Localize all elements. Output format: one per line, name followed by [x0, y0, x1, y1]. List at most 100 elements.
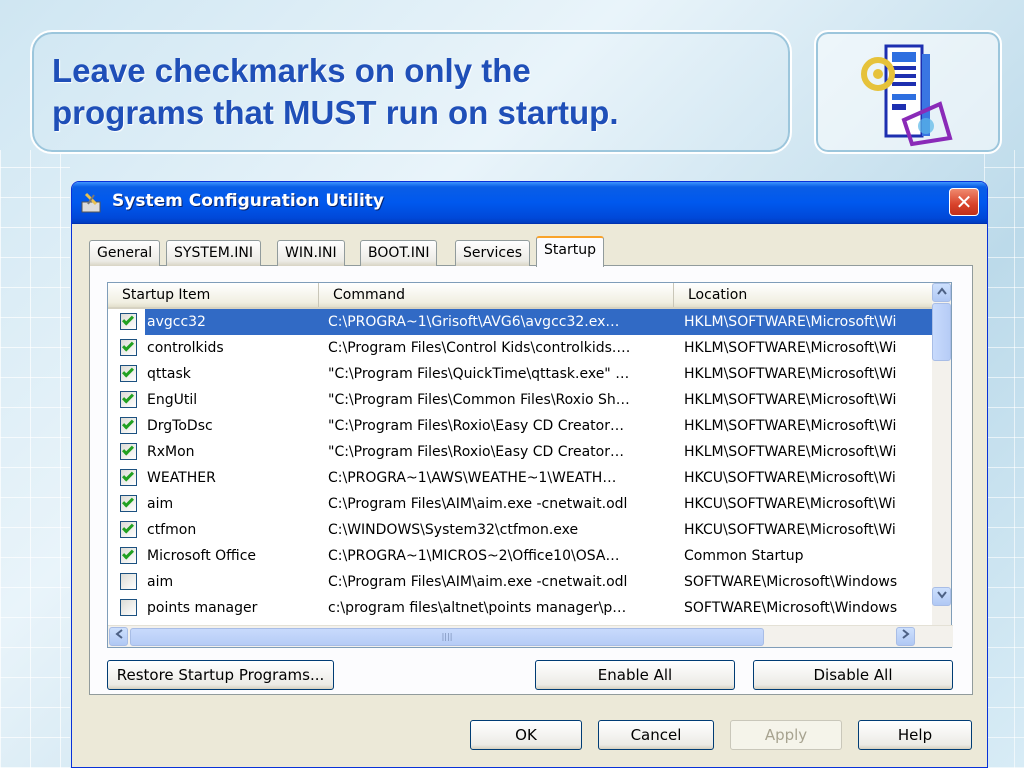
startup-item-checkbox[interactable] — [120, 573, 137, 590]
startup-item-location: HKCU\SOFTWARE\Microsoft\Wi — [684, 470, 896, 486]
table-row[interactable]: WEATHER C:\PROGRA~1\AWS\WEATHE~1\WEATH… HK… — [108, 465, 934, 491]
table-row[interactable]: RxMon "C:\Program Files\Roxio\Easy CD Cre… — [108, 439, 934, 465]
list-header: Startup Item Command Location — [108, 283, 934, 309]
msconfig-app-icon — [81, 192, 101, 213]
startup-item-checkbox[interactable] — [120, 443, 137, 460]
checkmark-icon — [121, 365, 135, 378]
scroll-left-button[interactable] — [109, 627, 128, 646]
startup-item-checkbox[interactable] — [120, 417, 137, 434]
startup-item-name: Microsoft Office — [147, 548, 257, 564]
startup-item-checkbox[interactable] — [120, 599, 137, 616]
ok-button[interactable]: OK — [470, 720, 582, 750]
table-row[interactable]: ctfmon C:\WINDOWS\System32\ctfmon.exe HKCU… — [108, 517, 934, 543]
scroll-up-button[interactable] — [932, 283, 951, 302]
vertical-scrollbar[interactable] — [932, 283, 951, 625]
column-header-command[interactable]: Command — [319, 283, 674, 307]
checkmark-icon — [121, 313, 135, 326]
table-row[interactable]: qttask "C:\Program Files\QuickTime\qttask… — [108, 361, 934, 387]
background-grid-decoration — [0, 150, 70, 768]
apply-button[interactable]: Apply — [730, 720, 842, 750]
horizontal-scrollbar[interactable]: |||| — [108, 625, 953, 647]
table-row[interactable]: EngUtil "C:\Program Files\Common Files\Ro… — [108, 387, 934, 413]
chevron-down-icon — [936, 591, 947, 599]
startup-item-command: C:\Program Files\AIM\aim.exe -cnetwait.o… — [328, 496, 628, 512]
startup-item-name: qttask — [147, 366, 191, 382]
scroll-down-button[interactable] — [932, 587, 951, 606]
tab-general[interactable]: General — [89, 240, 161, 266]
startup-item-name: controlkids — [147, 340, 224, 356]
table-row[interactable]: Microsoft Office C:\PROGRA~1\MICROS~2\Off… — [108, 543, 934, 569]
startup-item-location: HKLM\SOFTWARE\Microsoft\Wi — [684, 366, 897, 382]
restore-startup-programs-button[interactable]: Restore Startup Programs... — [107, 660, 334, 690]
enable-all-label: Enable All — [597, 666, 673, 684]
chevron-right-icon — [901, 629, 910, 639]
startup-item-checkbox[interactable] — [120, 391, 137, 408]
startup-item-location: SOFTWARE\Microsoft\Windows — [684, 600, 898, 616]
startup-item-name: points manager — [147, 600, 258, 616]
computer-settings-icon — [861, 44, 953, 147]
slide-title-frame — [30, 30, 792, 154]
enable-all-button[interactable]: Enable All — [535, 660, 735, 690]
startup-item-name: RxMon — [147, 444, 195, 460]
startup-item-checkbox[interactable] — [120, 469, 137, 486]
tab-services[interactable]: Services — [455, 240, 531, 266]
disable-all-button[interactable]: Disable All — [753, 660, 953, 690]
startup-items-list[interactable]: Startup Item Command Location avgcc32 C:\… — [107, 282, 953, 648]
startup-item-checkbox[interactable] — [120, 521, 137, 538]
restore-startup-programs-label: Restore Startup Programs... — [116, 666, 325, 684]
scroll-right-button[interactable] — [896, 627, 915, 646]
table-row[interactable]: points manager c:\program files\altnet\po… — [108, 595, 934, 617]
close-icon: ✕ — [955, 190, 973, 214]
startup-item-checkbox[interactable] — [120, 313, 137, 330]
horizontal-scroll-thumb[interactable]: |||| — [130, 628, 764, 646]
startup-item-location: HKLM\SOFTWARE\Microsoft\Wi — [684, 444, 897, 460]
tab-startup[interactable]: Startup — [536, 236, 604, 267]
checkmark-icon — [121, 495, 135, 508]
startup-item-name: aim — [147, 496, 174, 512]
slide-title-line1: Leave checkmarks on only the — [52, 52, 531, 89]
startup-item-location: HKLM\SOFTWARE\Microsoft\Wi — [684, 392, 897, 408]
column-header-location[interactable]: Location — [674, 283, 934, 307]
checkmark-icon — [121, 469, 135, 482]
checkmark-icon — [121, 417, 135, 430]
checkmark-icon — [121, 339, 135, 352]
startup-item-command: "C:\Program Files\Roxio\Easy CD Creator… — [328, 444, 624, 460]
table-row[interactable]: aim C:\Program Files\AIM\aim.exe -cnetwai… — [108, 569, 934, 595]
close-button[interactable]: ✕ — [949, 188, 979, 216]
slide-logo-frame — [814, 30, 1002, 154]
startup-item-checkbox[interactable] — [120, 495, 137, 512]
cancel-label: Cancel — [630, 726, 682, 744]
tab-system-ini[interactable]: SYSTEM.INI — [166, 240, 261, 266]
disable-all-label: Disable All — [813, 666, 893, 684]
startup-item-name: DrgToDsc — [147, 418, 213, 434]
tab-boot-ini[interactable]: BOOT.INI — [360, 240, 438, 266]
startup-item-location: HKLM\SOFTWARE\Microsoft\Wi — [684, 309, 934, 335]
startup-item-name: WEATHER — [147, 470, 216, 486]
startup-item-command: C:\Program Files\Control Kids\controlkid… — [328, 340, 631, 356]
checkmark-icon — [121, 443, 135, 456]
background-grid-decoration-right — [984, 150, 1024, 768]
table-row[interactable]: aim C:\Program Files\AIM\aim.exe -cnetwai… — [108, 491, 934, 517]
startup-item-location: SOFTWARE\Microsoft\Windows — [684, 574, 898, 590]
cancel-button[interactable]: Cancel — [598, 720, 714, 750]
dialog-titlebar[interactable]: System Configuration Utility ✕ — [72, 182, 987, 224]
startup-item-checkbox[interactable] — [120, 547, 137, 564]
chevron-up-icon — [936, 287, 947, 295]
startup-item-command: C:\WINDOWS\System32\ctfmon.exe — [328, 522, 579, 538]
tab-win-ini[interactable]: WIN.INI — [277, 240, 345, 266]
startup-item-name: ctfmon — [147, 522, 197, 538]
startup-item-location: HKLM\SOFTWARE\Microsoft\Wi — [684, 340, 897, 356]
chevron-left-icon — [114, 629, 123, 639]
startup-item-command: "C:\Program Files\Roxio\Easy CD Creator… — [328, 418, 624, 434]
table-row[interactable]: controlkids C:\Program Files\Control Kids… — [108, 335, 934, 361]
vertical-scroll-thumb[interactable] — [932, 303, 951, 361]
startup-item-checkbox[interactable] — [120, 339, 137, 356]
startup-item-checkbox[interactable] — [120, 365, 137, 382]
help-label: Help — [897, 726, 933, 744]
startup-item-command: "C:\Program Files\QuickTime\qttask.exe" … — [328, 366, 630, 382]
table-row[interactable]: avgcc32 C:\PROGRA~1\Grisoft\AVG6\avgcc32.… — [108, 309, 934, 335]
column-header-startup-item[interactable]: Startup Item — [108, 283, 319, 307]
table-row[interactable]: DrgToDsc "C:\Program Files\Roxio\Easy CD … — [108, 413, 934, 439]
help-button[interactable]: Help — [858, 720, 972, 750]
startup-item-location: HKLM\SOFTWARE\Microsoft\Wi — [684, 418, 897, 434]
